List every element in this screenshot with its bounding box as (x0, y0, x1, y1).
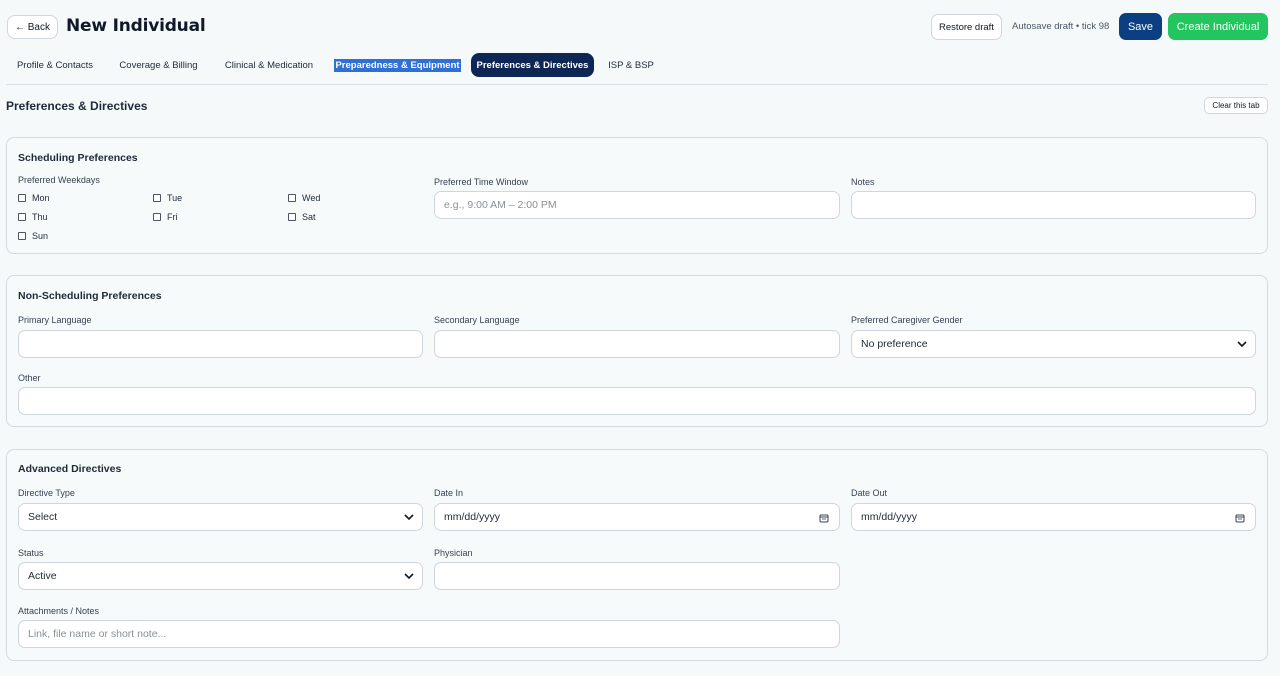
weekday-label: Tue (167, 193, 183, 203)
autosave-status: Autosave draft • tick 98 (1012, 21, 1110, 32)
attachments-placeholder: Link, file name or short note... (28, 628, 167, 640)
directive-type-label: Directive Type (18, 488, 75, 498)
save-button[interactable]: Save (1119, 13, 1162, 40)
card-title: Scheduling Preferences (18, 152, 138, 164)
calendar-icon[interactable] (819, 513, 829, 523)
checkbox[interactable] (18, 194, 26, 202)
date-out-input[interactable]: mm/dd/yyyy (851, 503, 1256, 531)
weekday-fri[interactable]: Fri (153, 212, 178, 222)
clear-tab-button[interactable]: Clear this tab (1204, 97, 1268, 114)
tab-label: Profile & Contacts (16, 59, 94, 71)
physician-input[interactable] (434, 562, 840, 590)
primary-language-label: Primary Language (18, 315, 92, 325)
tab-preparedness-equipment[interactable]: Preparedness & Equipment (334, 53, 461, 77)
date-out-value: mm/dd/yyyy (861, 511, 918, 523)
weekday-sat[interactable]: Sat (288, 212, 316, 222)
checkbox[interactable] (18, 232, 26, 240)
date-in-value: mm/dd/yyyy (444, 511, 501, 523)
tab-label: ISP & BSP (608, 59, 654, 71)
attachments-input[interactable]: Link, file name or short note... (18, 620, 840, 648)
weekday-thu[interactable]: Thu (18, 212, 48, 222)
primary-language-input[interactable] (18, 330, 423, 358)
date-out-label: Date Out (851, 488, 888, 498)
tab-label: Clinical & Medication (224, 59, 314, 71)
weekday-label: Sat (302, 212, 316, 222)
time-window-input[interactable]: e.g., 9:00 AM – 2:00 PM (434, 191, 840, 219)
caregiver-gender-select[interactable]: No preference (851, 330, 1256, 358)
save-button-label: Save (1127, 20, 1154, 33)
directive-type-select[interactable]: Select (18, 503, 423, 531)
date-in-input[interactable]: mm/dd/yyyy (434, 503, 840, 531)
tab-preferences-directives[interactable]: Preferences & Directives (471, 53, 594, 77)
weekday-label: Wed (302, 193, 321, 203)
back-button[interactable]: ← Back (7, 15, 58, 39)
page-title: New Individual (66, 16, 206, 36)
date-in-label: Date In (434, 488, 464, 498)
other-label: Other (18, 373, 41, 383)
back-button-label: ← Back (14, 21, 50, 33)
attachments-label: Attachments / Notes (18, 606, 100, 616)
status-select[interactable]: Active (18, 562, 423, 590)
preferred-weekdays-label: Preferred Weekdays (18, 175, 100, 185)
weekday-tue[interactable]: Tue (153, 193, 182, 203)
checkbox[interactable] (153, 213, 161, 221)
tabs-divider (6, 84, 1268, 85)
header: ← Back New Individual Restore draft Auto… (0, 0, 1280, 54)
section-title: Preferences & Directives (6, 99, 148, 113)
time-window-placeholder: e.g., 9:00 AM – 2:00 PM (444, 199, 557, 211)
weekday-mon[interactable]: Mon (18, 193, 50, 203)
directive-type-value: Select (28, 511, 58, 523)
non-scheduling-preferences-card: Non-Scheduling Preferences Primary Langu… (6, 275, 1268, 427)
weekday-label: Mon (32, 193, 50, 203)
tab-label: Coverage & Billing (119, 59, 198, 71)
secondary-language-label: Secondary Language (434, 315, 520, 325)
tab-bar: Profile & Contacts Coverage & Billing Cl… (0, 52, 1280, 82)
restore-draft-label: Restore draft (939, 21, 994, 33)
other-input[interactable] (18, 387, 1256, 415)
tab-isp-bsp[interactable]: ISP & BSP (604, 53, 658, 77)
secondary-language-input[interactable] (434, 330, 840, 358)
status-label: Status (18, 548, 44, 558)
tab-label: Preparedness & Equipment (334, 58, 461, 72)
checkbox[interactable] (288, 213, 296, 221)
tab-profile-contacts[interactable]: Profile & Contacts (9, 53, 101, 77)
weekday-wed[interactable]: Wed (288, 193, 320, 203)
tab-label: Preferences & Directives (476, 59, 589, 71)
chevron-down-icon (404, 514, 414, 521)
status-value: Active (28, 570, 57, 582)
checkbox[interactable] (288, 194, 296, 202)
card-title: Non-Scheduling Preferences (18, 290, 162, 302)
create-individual-button[interactable]: Create Individual (1168, 13, 1268, 40)
chevron-down-icon (404, 573, 414, 580)
tab-coverage-billing[interactable]: Coverage & Billing (112, 53, 205, 77)
notes-label: Notes (851, 177, 875, 187)
advanced-directives-card: Advanced Directives Directive Type Selec… (6, 449, 1268, 661)
weekday-label: Thu (32, 212, 48, 222)
notes-input[interactable] (851, 191, 1256, 219)
chevron-down-icon (1237, 341, 1247, 348)
restore-draft-button[interactable]: Restore draft (931, 14, 1002, 40)
weekday-label: Fri (167, 212, 178, 222)
time-window-label: Preferred Time Window (434, 177, 529, 187)
caregiver-gender-value: No preference (861, 338, 928, 350)
caregiver-gender-label: Preferred Caregiver Gender (851, 315, 963, 325)
checkbox[interactable] (153, 194, 161, 202)
weekday-sun[interactable]: Sun (18, 231, 48, 241)
physician-label: Physician (434, 548, 473, 558)
scheduling-preferences-card: Scheduling Preferences Preferred Weekday… (6, 137, 1268, 254)
clear-tab-label: Clear this tab (1212, 101, 1260, 110)
create-individual-label: Create Individual (1176, 20, 1260, 33)
checkbox[interactable] (18, 213, 26, 221)
calendar-icon[interactable] (1235, 513, 1245, 523)
weekday-label: Sun (32, 231, 49, 241)
card-title: Advanced Directives (18, 463, 122, 475)
tab-clinical-medication[interactable]: Clinical & Medication (216, 53, 322, 77)
